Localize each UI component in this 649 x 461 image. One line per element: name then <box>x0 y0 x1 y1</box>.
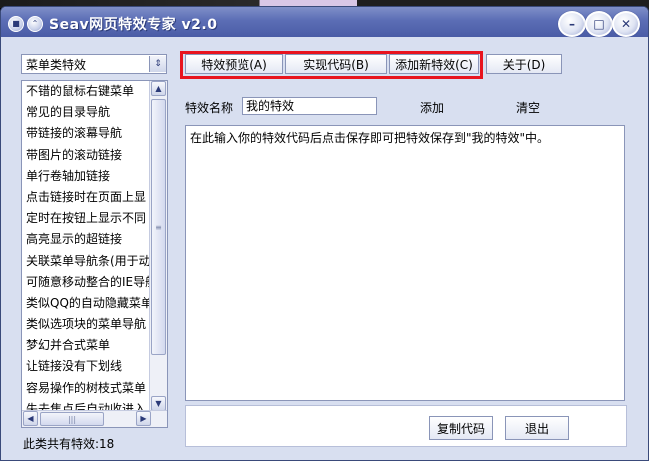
system-menu-icon[interactable]: ■ <box>8 16 24 32</box>
vertical-scroll-thumb[interactable]: ≡ <box>151 99 166 355</box>
effect-list-items: 不错的鼠标右键菜单 常见的目录导航 带链接的滚幕导航 带图片的滚动链接 单行卷轴加链接点… <box>22 81 149 411</box>
list-item[interactable]: 梦幻并合式菜单 <box>22 335 149 356</box>
list-item[interactable]: 点击链接时在页面上显 <box>22 187 149 208</box>
effect-code-textarea[interactable]: 在此输入你的特效代码后点击保存即可把特效保存到"我的特效"中。 <box>185 125 625 401</box>
effect-name-label: 特效名称 <box>185 101 234 115</box>
horizontal-scrollbar[interactable]: ◀ ||| ▶ <box>22 410 167 427</box>
copy-code-button[interactable]: 复制代码 <box>429 416 493 440</box>
category-select[interactable]: 菜单类特效 ⇕ <box>21 54 167 74</box>
clear-link[interactable]: 清空 <box>516 99 540 116</box>
list-item[interactable]: 容易操作的树枝式菜单 <box>22 378 149 399</box>
vertical-scrollbar[interactable]: ▲ ≡ ▼ <box>149 81 167 411</box>
scroll-down-icon[interactable]: ▼ <box>151 396 166 411</box>
list-item[interactable]: 让链接没有下划线 <box>22 356 149 377</box>
effect-name-input[interactable]: 我的特效 <box>242 97 377 115</box>
window-title: Seav网页特效专家 v2.0 <box>49 17 218 33</box>
list-item[interactable]: 关联菜单导航条(用于动 <box>22 251 149 272</box>
rollup-icon[interactable]: ⌃ <box>27 16 43 32</box>
effect-count-label: 此类共有特效:18 <box>23 437 115 451</box>
highlight-box <box>180 51 483 79</box>
chevron-updown-icon[interactable]: ⇕ <box>149 56 166 72</box>
category-select-value: 菜单类特效 <box>26 57 87 72</box>
horizontal-scroll-thumb[interactable]: ||| <box>40 412 104 426</box>
add-link[interactable]: 添加 <box>420 99 444 116</box>
list-item[interactable]: 带链接的滚幕导航 <box>22 123 149 144</box>
about-button[interactable]: 关于(D) <box>486 54 562 74</box>
exit-button[interactable]: 退出 <box>505 416 569 440</box>
list-item[interactable]: 类似QQ的自动隐藏菜单 <box>22 293 149 314</box>
scroll-up-icon[interactable]: ▲ <box>151 81 166 96</box>
maximize-icon[interactable]: □ <box>585 11 613 37</box>
list-item[interactable]: 常见的目录导航 <box>22 102 149 123</box>
list-item[interactable]: 类似选项块的菜单导航 <box>22 314 149 335</box>
list-item[interactable]: 可随意移动整合的IE导航 <box>22 272 149 293</box>
category-panel: 菜单类特效 ⇕ 不错的鼠标右键菜单 常见的目录导航 带链接的滚幕导航 带图片的滚动链接… <box>19 53 169 453</box>
scroll-left-icon[interactable]: ◀ <box>23 411 38 426</box>
list-item[interactable]: 定时在按钮上显示不同 <box>22 208 149 229</box>
scroll-right-icon[interactable]: ▶ <box>136 411 151 426</box>
app-window: ■ ⌃ Seav网页特效专家 v2.0 – □ ✕ 菜单类特效 ⇕ 不错的鼠标右… <box>0 6 649 461</box>
list-item[interactable]: 高亮显示的超链接 <box>22 229 149 250</box>
list-item[interactable]: 不错的鼠标右键菜单 <box>22 81 149 102</box>
effect-list[interactable]: 不错的鼠标右键菜单 常见的目录导航 带链接的滚幕导航 带图片的滚动链接 单行卷轴加链接点… <box>21 80 168 428</box>
minimize-icon[interactable]: – <box>558 11 586 37</box>
title-bar[interactable]: ■ ⌃ Seav网页特效专家 v2.0 – □ ✕ <box>1 7 648 37</box>
list-item[interactable]: 单行卷轴加链接 <box>22 166 149 187</box>
close-icon[interactable]: ✕ <box>612 11 640 37</box>
list-item[interactable]: 带图片的滚动链接 <box>22 145 149 166</box>
